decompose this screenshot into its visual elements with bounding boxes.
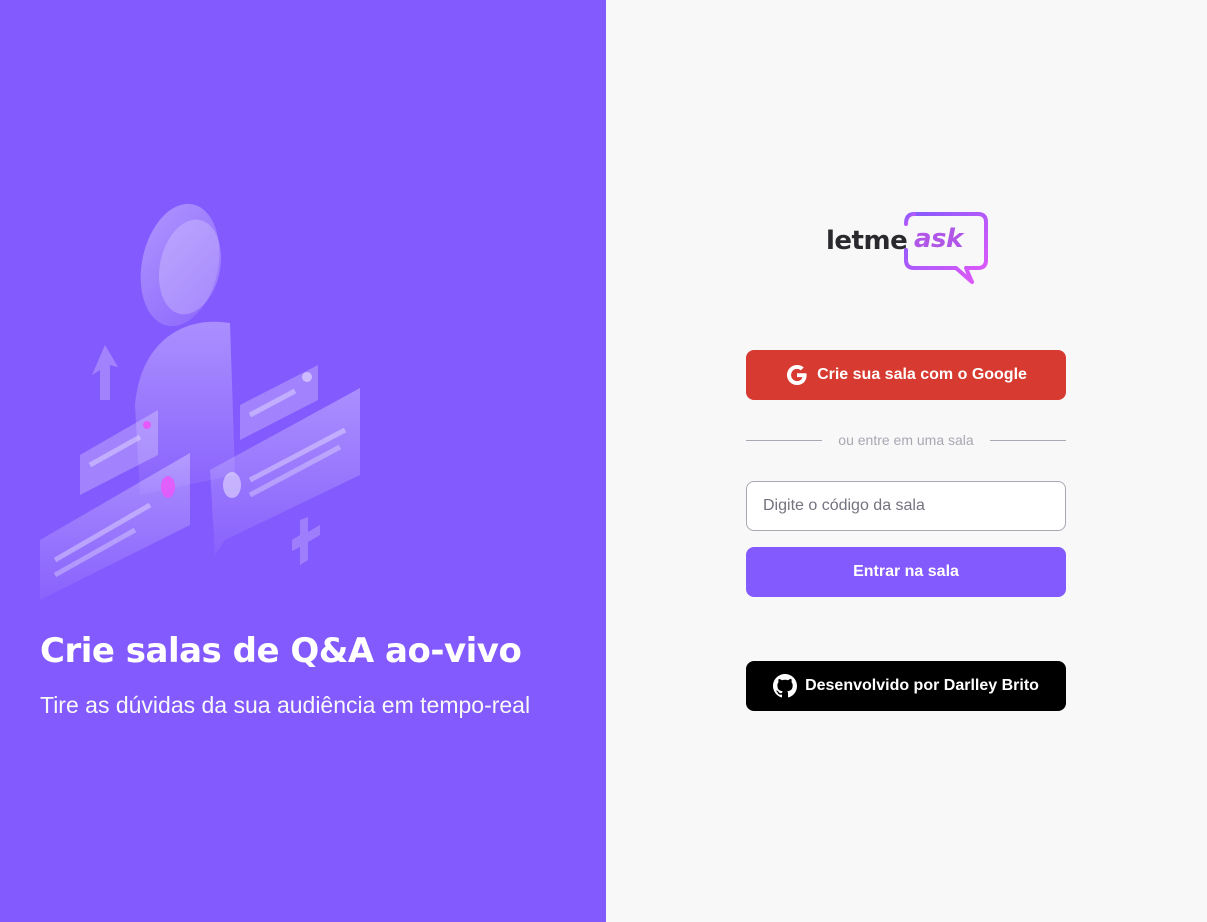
aside-subtitle: Tire as dúvidas da sua audiência em temp… xyxy=(40,692,531,718)
developer-github-button[interactable]: Desenvolvido por Darlley Brito xyxy=(746,661,1066,711)
enter-button-label: Entrar na sala xyxy=(853,563,959,580)
google-icon xyxy=(787,365,807,385)
aside-panel: Crie salas de Q&A ao-vivo Tire as dúvida… xyxy=(0,0,606,922)
github-icon xyxy=(773,674,798,698)
aside-title: Crie salas de Q&A ao-vivo xyxy=(40,631,522,671)
create-room-google-button[interactable]: Crie sua sala com o Google xyxy=(746,350,1066,400)
separator-line-right xyxy=(989,439,1066,441)
logo-letme: letme xyxy=(826,226,908,256)
enter-room-button[interactable]: Entrar na sala xyxy=(746,547,1066,597)
main-panel: letme ask Crie sua sala com o Google ou … xyxy=(606,0,1207,922)
letmeask-logo: letme ask xyxy=(822,208,992,290)
separator-text: ou entre em uma sala xyxy=(838,432,974,448)
qa-illustration xyxy=(40,203,360,600)
separator: ou entre em uma sala xyxy=(746,430,1066,450)
separator-line-left xyxy=(746,439,823,441)
github-button-label: Desenvolvido por Darlley Brito xyxy=(805,677,1039,694)
google-button-label: Crie sua sala com o Google xyxy=(817,366,1027,383)
logo-ask: ask xyxy=(914,224,963,254)
room-code-input[interactable] xyxy=(746,481,1066,531)
